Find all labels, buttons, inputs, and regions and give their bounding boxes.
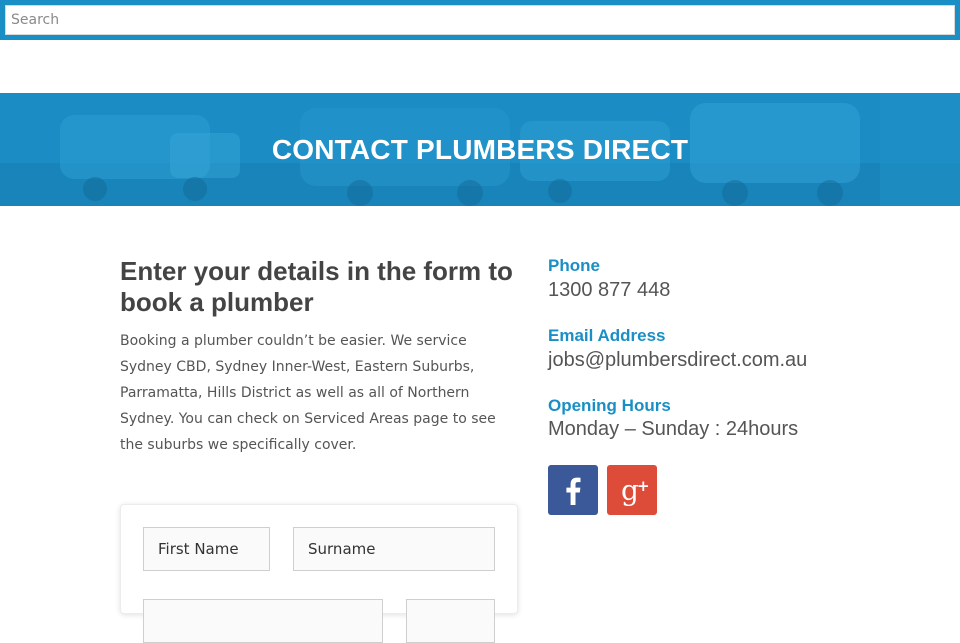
facebook-icon bbox=[566, 477, 581, 505]
first-name-field[interactable] bbox=[143, 527, 270, 571]
booking-form bbox=[120, 504, 518, 643]
facebook-button[interactable] bbox=[548, 465, 598, 515]
intro-text: Booking a plumber couldn’t be easier. We… bbox=[120, 333, 496, 453]
hours-label: Opening Hours bbox=[548, 396, 671, 415]
phone-number[interactable]: 1300 877 448 bbox=[548, 279, 670, 302]
google-plus-button[interactable]: g + bbox=[607, 465, 657, 515]
search-input[interactable] bbox=[5, 5, 955, 35]
form-field[interactable] bbox=[143, 599, 383, 643]
phone-label: Phone bbox=[548, 256, 600, 275]
search-bar bbox=[0, 0, 960, 40]
email-address[interactable]: jobs@plumbersdirect.com.au bbox=[548, 349, 807, 372]
svg-text:+: + bbox=[637, 477, 650, 495]
google-plus-icon: g + bbox=[621, 474, 650, 507]
surname-field[interactable] bbox=[293, 527, 495, 571]
form-heading: Enter your details in the form to book a… bbox=[120, 256, 513, 317]
email-label: Email Address bbox=[548, 326, 666, 345]
opening-hours: Monday – Sunday : 24hours bbox=[548, 418, 799, 440]
page-title: CONTACT PLUMBERS DIRECT bbox=[271, 133, 689, 165]
form-field[interactable] bbox=[406, 599, 495, 643]
hero-banner: CONTACT PLUMBERS DIRECT bbox=[0, 93, 960, 206]
